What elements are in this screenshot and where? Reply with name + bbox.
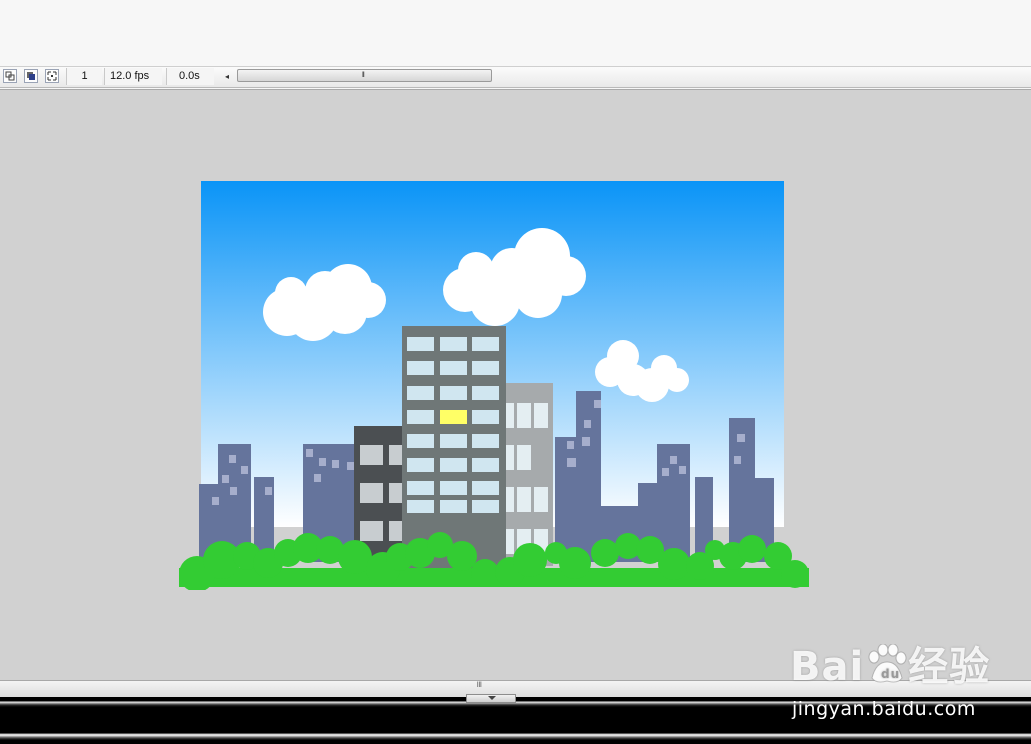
- elapsed-time-field: 0.0s: [166, 68, 214, 85]
- edit-multiple-frames-icon[interactable]: [45, 69, 59, 83]
- svg-text:du: du: [881, 667, 900, 681]
- splitter-grip-icon: lll: [477, 682, 482, 689]
- timeline-scroll-thumb[interactable]: lll: [237, 69, 492, 82]
- onion-skin-icon[interactable]: [24, 69, 38, 83]
- timeline-status-bar: 1 12.0 fps 0.0s ◂ lll: [0, 66, 1031, 88]
- dark-building-windows: [360, 445, 406, 541]
- paw-icon: du: [868, 644, 907, 683]
- collapse-panel-button[interactable]: [466, 694, 516, 703]
- top-panel-blank: [0, 0, 1031, 66]
- stage-canvas[interactable]: [176, 180, 812, 590]
- baidu-jingyan-watermark: Bai du 经验: [790, 634, 990, 690]
- lit-window: [440, 410, 467, 424]
- watermark-brand-right: 经验: [908, 644, 991, 690]
- watermark-brand-left: Bai: [790, 644, 865, 690]
- center-frame-icon[interactable]: [3, 69, 17, 83]
- scroll-grip-icon: lll: [362, 72, 365, 79]
- current-frame-field: 1: [66, 68, 102, 85]
- frame-rate-field[interactable]: 12.0 fps: [104, 68, 162, 85]
- scroll-left-arrow-icon[interactable]: ◂: [219, 69, 235, 84]
- watermark-url: jingyan.baidu.com: [792, 698, 976, 720]
- chevron-down-icon: [488, 696, 496, 700]
